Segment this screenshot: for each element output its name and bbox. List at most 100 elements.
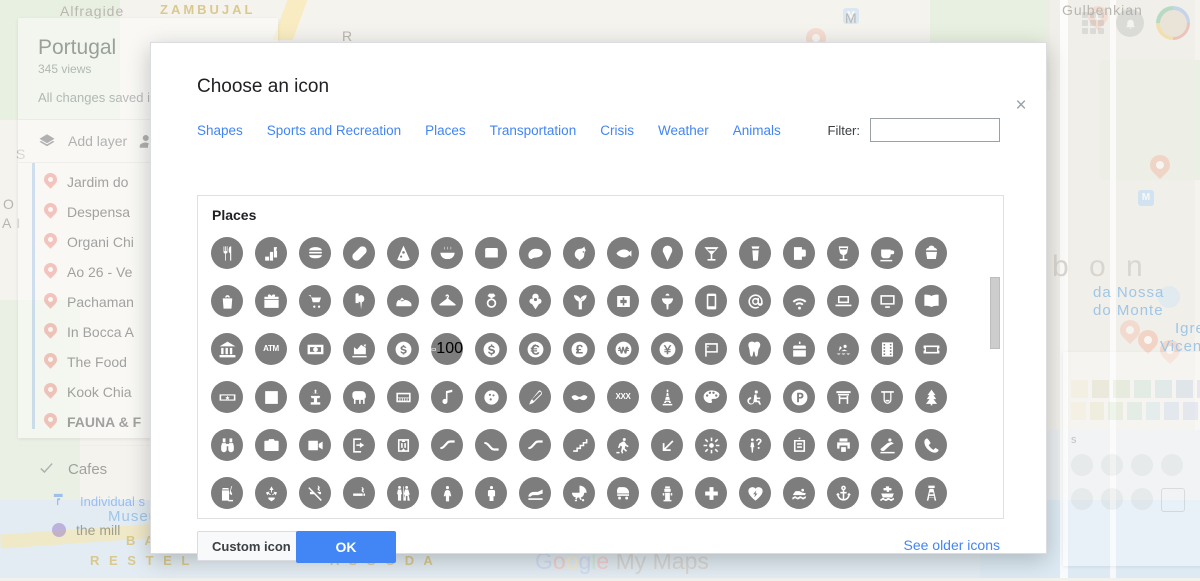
style-icon-option[interactable] — [1071, 488, 1093, 510]
wifi-icon[interactable] — [783, 285, 815, 317]
color-swatch[interactable] — [1134, 380, 1151, 398]
chart-growth-icon[interactable] — [343, 333, 375, 365]
entrance-door-icon[interactable] — [343, 429, 375, 461]
icon-grid[interactable]: ATM 100 XXX — [198, 223, 1003, 509]
color-swatch[interactable] — [1089, 402, 1105, 420]
escalator-down-right-icon[interactable] — [475, 429, 507, 461]
bank-icon[interactable] — [211, 333, 243, 365]
parking-icon[interactable] — [783, 381, 815, 413]
add-layer-button[interactable]: Add layer — [68, 133, 127, 149]
tab-weather[interactable]: Weather — [658, 123, 709, 138]
close-icon[interactable]: × — [1010, 95, 1032, 117]
meeting-point-icon[interactable] — [695, 429, 727, 461]
monitor-icon[interactable] — [871, 285, 903, 317]
tooth-icon[interactable] — [739, 333, 771, 365]
birthday-cake-icon[interactable] — [783, 333, 815, 365]
restrooms-icon[interactable] — [387, 477, 419, 509]
ferry-icon[interactable] — [871, 477, 903, 509]
map-metro-marker[interactable]: M — [1138, 190, 1154, 206]
style-icon-row[interactable] — [1063, 450, 1200, 476]
yen-sign-icon[interactable] — [651, 333, 683, 365]
recycle-icon[interactable] — [255, 477, 287, 509]
tab-animals[interactable]: Animals — [733, 123, 781, 138]
coffee-icon[interactable] — [871, 237, 903, 269]
video-camera-icon[interactable] — [299, 429, 331, 461]
won-sign-icon[interactable] — [607, 333, 639, 365]
elephant-icon[interactable] — [343, 381, 375, 413]
style-icon-option[interactable] — [1131, 488, 1153, 510]
film-strip-icon[interactable] — [871, 333, 903, 365]
book-icon[interactable] — [915, 285, 947, 317]
telephone-icon[interactable] — [915, 429, 947, 461]
color-swatch[interactable] — [1113, 380, 1130, 398]
info-question-icon[interactable] — [739, 429, 771, 461]
binoculars-icon[interactable] — [211, 429, 243, 461]
juice-icon[interactable] — [739, 237, 771, 269]
swing-icon[interactable] — [871, 381, 903, 413]
color-swatch[interactable] — [1092, 380, 1109, 398]
euro-sign-icon[interactable] — [519, 333, 551, 365]
category-tabs[interactable]: Shapes Sports and Recreation Places Transpo… — [151, 98, 1046, 142]
anchor-icon[interactable] — [827, 477, 859, 509]
ice-cream-cone-icon[interactable] — [343, 285, 375, 317]
style-color-panel[interactable]: × s — [1063, 352, 1200, 566]
stairs-icon[interactable] — [563, 429, 595, 461]
fountain-icon[interactable] — [299, 381, 331, 413]
bowling-icon[interactable] — [475, 381, 507, 413]
vending-machine-icon[interactable] — [783, 429, 815, 461]
printer-icon[interactable] — [827, 429, 859, 461]
color-swatch[interactable] — [1108, 402, 1124, 420]
dice-icon[interactable] — [255, 381, 287, 413]
plant-leaf-icon[interactable] — [563, 285, 595, 317]
pharmacy-cross-icon[interactable] — [607, 285, 639, 317]
jewelry-ring-icon[interactable] — [475, 285, 507, 317]
restaurant-icon[interactable] — [211, 237, 243, 269]
defibrillator-icon[interactable] — [739, 477, 771, 509]
color-swatch[interactable] — [1145, 402, 1161, 420]
mobile-phone-icon[interactable] — [695, 285, 727, 317]
restroom-women-icon[interactable] — [431, 477, 463, 509]
color-swatch[interactable] — [1164, 402, 1180, 420]
microphone-icon[interactable] — [519, 381, 551, 413]
color-swatch[interactable] — [1071, 380, 1088, 398]
map-pin[interactable] — [1115, 315, 1145, 348]
lifeguard-tower-icon[interactable] — [915, 477, 947, 509]
tree-icon[interactable] — [915, 381, 947, 413]
pizza-icon[interactable] — [387, 237, 419, 269]
tab-sports-and-recreation[interactable]: Sports and Recreation — [267, 123, 401, 138]
at-sign-icon[interactable] — [739, 285, 771, 317]
color-swatch[interactable] — [1176, 380, 1193, 398]
icon-grid-scrollbar-thumb[interactable] — [990, 277, 1000, 349]
restroom-men-icon[interactable] — [475, 477, 507, 509]
color-swatch-row[interactable] — [1071, 380, 1200, 398]
filter-input[interactable] — [870, 118, 1000, 142]
no-smoking-icon[interactable] — [299, 477, 331, 509]
avatar[interactable] — [1156, 6, 1190, 40]
shoe-icon[interactable] — [387, 285, 419, 317]
baby-carriage-icon[interactable] — [607, 477, 639, 509]
art-palette-icon[interactable] — [695, 381, 727, 413]
style-icon-option[interactable] — [1101, 488, 1123, 510]
color-swatch[interactable] — [1127, 402, 1142, 420]
piano-icon[interactable] — [387, 381, 419, 413]
pound-sign-icon[interactable] — [563, 333, 595, 365]
escalator-up-icon[interactable] — [519, 429, 551, 461]
banknote-100-icon[interactable]: 100 — [431, 333, 463, 365]
see-older-icons-link[interactable]: See older icons — [903, 537, 1000, 553]
grocery-bag-icon[interactable] — [211, 285, 243, 317]
ticket-icon[interactable] — [915, 333, 947, 365]
flag-sign-icon[interactable] — [695, 333, 727, 365]
tab-shapes[interactable]: Shapes — [197, 123, 243, 138]
money-exchange-icon[interactable] — [387, 333, 419, 365]
trash-bin-icon[interactable] — [211, 477, 243, 509]
cupcake-icon[interactable] — [915, 237, 947, 269]
ok-button[interactable]: OK — [296, 531, 396, 563]
color-swatch[interactable] — [1071, 402, 1086, 420]
gift-shop-icon[interactable] — [255, 285, 287, 317]
chicken-icon[interactable] — [563, 237, 595, 269]
noodles-icon[interactable] — [431, 237, 463, 269]
tab-places[interactable]: Places — [425, 123, 466, 138]
money-bill-icon[interactable] — [299, 333, 331, 365]
pharmacy-mortar-icon[interactable] — [651, 285, 683, 317]
torii-gate-icon[interactable] — [827, 381, 859, 413]
